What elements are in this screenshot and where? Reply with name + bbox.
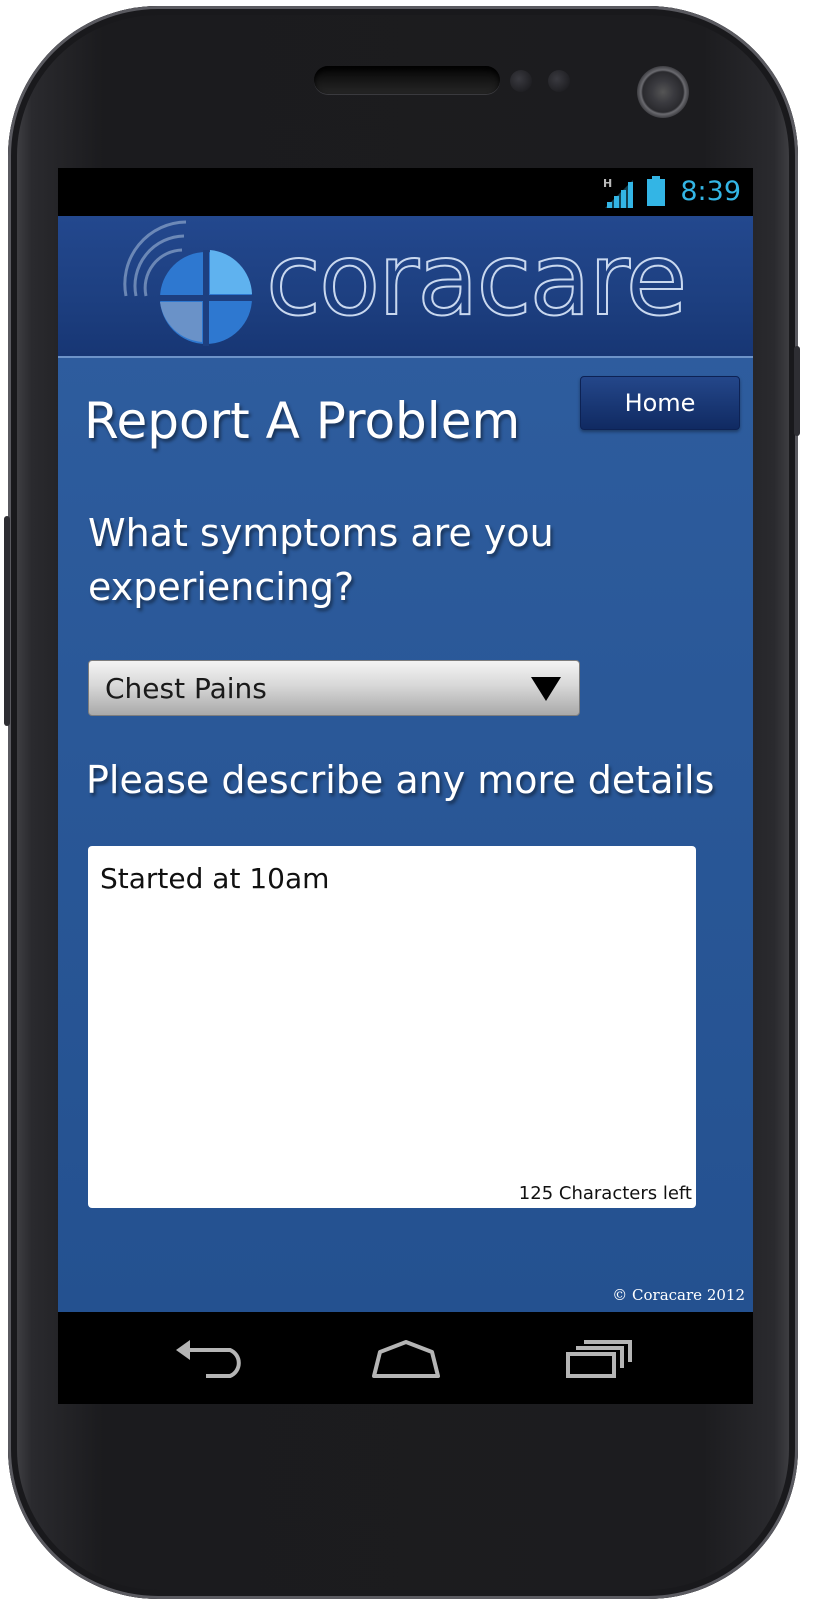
dropdown-triangle-icon: [531, 677, 561, 701]
power-button: [4, 516, 10, 726]
system-nav-bar: [58, 1312, 753, 1404]
screen: H 8:39 coracare Home Report A Problem Wh…: [58, 168, 753, 1404]
back-icon[interactable]: [172, 1336, 252, 1380]
page-title: Report A Problem: [84, 392, 521, 450]
details-textarea[interactable]: Started at 10am 125 Characters left: [88, 846, 696, 1208]
earpiece-speaker: [314, 66, 500, 94]
symptom-select-value: Chest Pains: [105, 672, 267, 705]
app-container: coracare Home Report A Problem What symp…: [58, 216, 753, 1312]
copyright-footer: © Coracare 2012: [612, 1286, 745, 1304]
battery-icon: [647, 176, 665, 206]
details-label: Please describe any more details: [86, 758, 715, 802]
light-sensor: [548, 70, 570, 92]
proximity-sensor: [510, 70, 532, 92]
brand-wordmark: coracare: [265, 221, 688, 338]
status-time: 8:39: [680, 176, 741, 207]
home-icon[interactable]: [366, 1336, 446, 1380]
symptom-question: What symptoms are you experiencing?: [88, 511, 554, 609]
status-bar: H 8:39: [58, 168, 753, 216]
front-camera: [637, 66, 689, 118]
recent-apps-icon[interactable]: [558, 1336, 638, 1380]
character-counter: 125 Characters left: [518, 1183, 692, 1204]
home-button[interactable]: Home: [580, 376, 740, 430]
coracare-logo-icon: [123, 220, 254, 346]
symptom-select[interactable]: Chest Pains: [88, 660, 580, 716]
volume-button: [794, 346, 800, 436]
details-textarea-value: Started at 10am: [100, 862, 330, 895]
signal-icon: H: [603, 177, 633, 208]
app-header: coracare: [58, 216, 753, 358]
network-type-label: H: [603, 177, 612, 190]
